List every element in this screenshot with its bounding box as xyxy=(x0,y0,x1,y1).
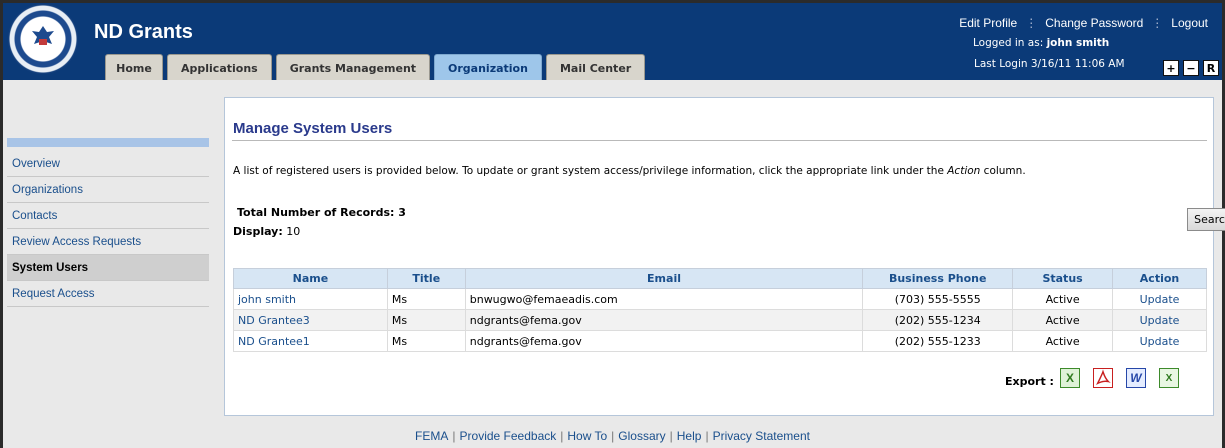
main-tabs: Home Applications Grants Management Orga… xyxy=(105,54,646,81)
sidebar-item-organizations[interactable]: Organizations xyxy=(7,177,209,203)
user-title: Ms xyxy=(386,330,466,352)
footer-link-fema[interactable]: FEMA xyxy=(415,429,448,443)
footer-separator: | xyxy=(560,429,564,443)
user-status: Active xyxy=(1012,288,1114,310)
user-title: Ms xyxy=(386,309,466,331)
sidebar-item-review-access-requests[interactable]: Review Access Requests xyxy=(7,229,209,255)
total-records: Total Number of Records: 3 xyxy=(237,206,406,219)
display-value: 10 xyxy=(286,225,301,238)
tab-home[interactable]: Home xyxy=(105,54,163,81)
intro-text: A list of registered users is provided b… xyxy=(233,165,1026,177)
column-header-name[interactable]: Name xyxy=(233,268,388,289)
column-header-email[interactable]: Email xyxy=(464,268,864,289)
content-panel: Manage System Users A list of registered… xyxy=(224,97,1225,416)
logout-link[interactable]: Logout xyxy=(1171,16,1208,30)
export-toolbar: Export : X W X xyxy=(1005,368,1179,388)
footer-link-provide-feedback[interactable]: Provide Feedback xyxy=(460,429,557,443)
intro-text-emphasis: Action xyxy=(947,165,981,177)
column-header-title[interactable]: Title xyxy=(386,268,466,289)
page-title: Manage System Users xyxy=(233,120,393,137)
user-email: bnwugwo@femaeadis.com xyxy=(464,288,864,310)
intro-text-start: A list of registered users is provided b… xyxy=(233,165,948,177)
zoom-out-button[interactable]: − xyxy=(1183,60,1199,76)
column-header-business-phone[interactable]: Business Phone xyxy=(862,268,1014,289)
footer-link-privacy-statement[interactable]: Privacy Statement xyxy=(713,429,810,443)
user-email: ndgrants@fema.gov xyxy=(464,330,864,352)
users-table: Name Title Email Business Phone Status A… xyxy=(233,268,1207,352)
sidebar-item-request-access[interactable]: Request Access xyxy=(7,281,209,307)
tab-organization[interactable]: Organization xyxy=(434,54,542,81)
footer-separator: | xyxy=(611,429,615,443)
update-link[interactable]: Update xyxy=(1112,288,1207,310)
footer-separator: | xyxy=(705,429,709,443)
footer-separator: | xyxy=(452,429,456,443)
column-header-action: Action xyxy=(1112,268,1207,289)
sidebar-item-system-users[interactable]: System Users xyxy=(7,255,209,281)
table-row: ND Grantee1 Ms ndgrants@fema.gov (202) 5… xyxy=(233,330,1207,352)
search-button[interactable]: Search xyxy=(1187,208,1225,231)
logged-in-info: Logged in as: john smith xyxy=(973,37,1109,49)
update-link[interactable]: Update xyxy=(1112,330,1207,352)
update-link[interactable]: Update xyxy=(1112,309,1207,331)
user-phone: (202) 555-1234 xyxy=(862,309,1014,331)
sidebar: Overview Organizations Contacts Review A… xyxy=(7,138,209,307)
edit-profile-link[interactable]: Edit Profile xyxy=(959,16,1017,30)
table-row: john smith Ms bnwugwo@femaeadis.com (703… xyxy=(233,288,1207,310)
footer-links: FEMA | Provide Feedback | How To | Glossary | He… xyxy=(0,429,1225,443)
display-label: Display: xyxy=(233,225,283,238)
user-name-link[interactable]: ND Grantee3 xyxy=(233,309,388,331)
word-icon[interactable]: W xyxy=(1125,368,1146,388)
footer-separator: | xyxy=(669,429,673,443)
tab-grants-management[interactable]: Grants Management xyxy=(275,54,431,81)
header-bar: ND Grants Home Applications Grants Manag… xyxy=(0,0,1225,81)
tab-mail-center[interactable]: Mail Center xyxy=(545,54,646,81)
change-password-link[interactable]: Change Password xyxy=(1045,16,1143,30)
last-login: Last Login 3/16/11 11:06 AM xyxy=(974,58,1125,70)
app-title: ND Grants xyxy=(94,21,193,43)
sidebar-item-contacts[interactable]: Contacts xyxy=(7,203,209,229)
excel-icon[interactable]: X xyxy=(1059,368,1080,388)
user-status: Active xyxy=(1012,309,1114,331)
link-separator: ⋮ xyxy=(1025,16,1038,30)
user-status: Active xyxy=(1012,330,1114,352)
tab-applications[interactable]: Applications xyxy=(167,54,272,81)
zoom-in-button[interactable]: + xyxy=(1163,60,1179,76)
user-email: ndgrants@fema.gov xyxy=(464,309,864,331)
table-row: ND Grantee3 Ms ndgrants@fema.gov (202) 5… xyxy=(233,309,1207,331)
sidebar-item-overview[interactable]: Overview xyxy=(7,151,209,177)
intro-text-end: column. xyxy=(980,165,1026,177)
display-count: Display: 10 xyxy=(233,225,300,238)
dhs-seal-logo xyxy=(8,4,78,74)
logged-in-label: Logged in as: xyxy=(973,37,1044,49)
table-header-row: Name Title Email Business Phone Status A… xyxy=(233,268,1207,289)
zoom-reset-button[interactable]: R xyxy=(1203,60,1219,76)
footer-link-how-to[interactable]: How To xyxy=(567,429,607,443)
footer-link-help[interactable]: Help xyxy=(677,429,702,443)
user-title: Ms xyxy=(386,288,466,310)
user-phone: (703) 555-5555 xyxy=(862,288,1014,310)
user-name-link[interactable]: ND Grantee1 xyxy=(233,330,388,352)
user-links: Edit Profile ⋮ Change Password ⋮ Logout xyxy=(959,16,1208,30)
csv-icon[interactable]: X xyxy=(1158,368,1179,388)
pdf-icon[interactable] xyxy=(1092,368,1113,388)
logged-in-user: john smith xyxy=(1046,37,1110,49)
title-divider xyxy=(232,140,1207,141)
link-separator: ⋮ xyxy=(1151,16,1164,30)
column-header-status[interactable]: Status xyxy=(1012,268,1114,289)
export-label: Export : xyxy=(1005,374,1054,388)
user-name-link[interactable]: john smith xyxy=(233,288,388,310)
user-phone: (202) 555-1233 xyxy=(862,330,1014,352)
sidebar-cap xyxy=(7,138,209,147)
footer-link-glossary[interactable]: Glossary xyxy=(618,429,665,443)
